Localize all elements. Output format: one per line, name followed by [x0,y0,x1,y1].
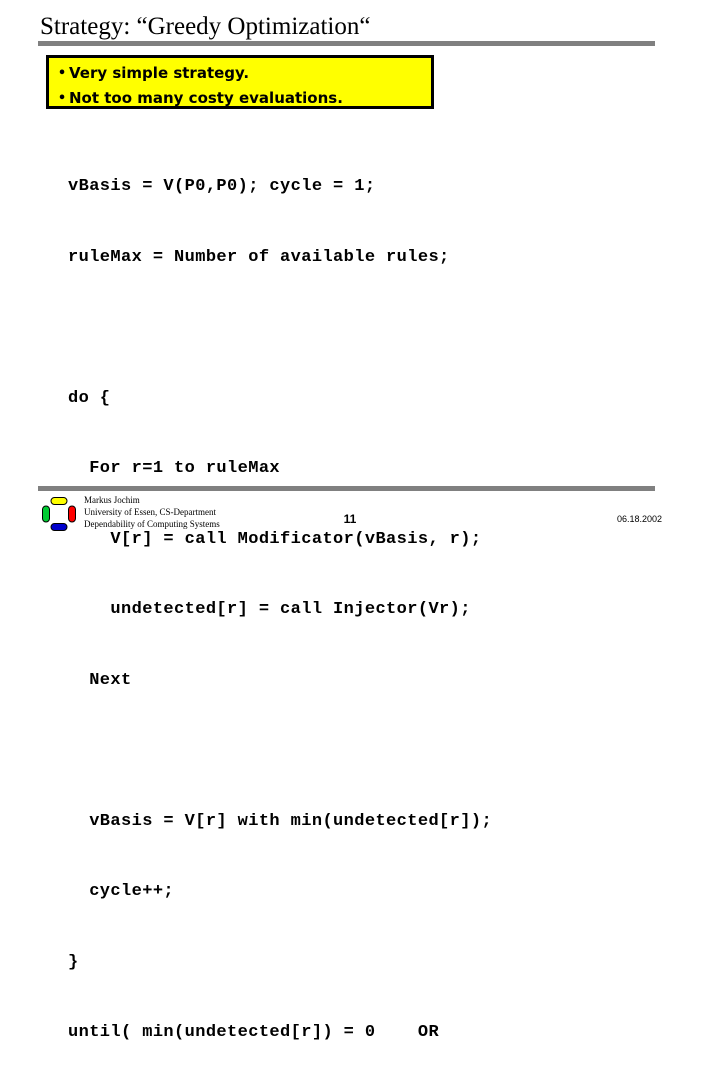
code-line: cycle++; [68,882,175,901]
title-divider-rule [38,41,655,46]
pseudocode-block: vBasis = V(P0,P0); cycle = 1; ruleMax = … [68,128,668,1080]
footer-divider-rule [38,486,655,491]
code-line: do { [68,388,111,408]
code-line: vBasis = V(P0,P0); cycle = 1; [68,177,376,196]
code-line: Next [68,670,132,690]
callout-item-label: Very simple strategy. [69,64,250,82]
code-line: vBasis = V[r] with min(undetected[r]); [68,811,493,831]
footer-credit-line: Markus Jochim [84,495,140,505]
bullet-icon: • [57,66,67,81]
page-number: 11 [343,512,357,526]
code-line: For r=1 to ruleMax [68,459,281,478]
summary-callout-box: • Very simple strategy. • Not too many cos… [46,55,434,109]
page-title: Strategy: “Greedy Optimization“ [40,13,371,40]
callout-item-label: Not too many costy evaluations. [69,89,343,107]
footer-credit-line: University of Essen, CS-Department [84,507,216,517]
footer-credit-line: Dependability of Computing Systems [84,519,220,529]
code-line: V[r] = call Modificator(vBasis, r); [68,529,482,549]
bullet-icon: • [57,91,67,106]
callout-list-item: • Not too many costy evaluations. [55,86,431,111]
code-line: until( min(undetected[r]) = 0 OR [68,1023,440,1042]
footer-date: 06.18.2002 [616,514,662,524]
footer-credit: Markus Jochim University of Essen, CS-De… [84,494,220,530]
university-logo-icon [42,497,76,531]
code-line: undetected[r] = call Injector(Vr); [68,600,471,619]
code-line: } [68,952,79,972]
code-line: ruleMax = Number of available rules; [68,247,450,267]
university-logo [38,494,80,534]
callout-list-item: • Very simple strategy. [55,61,431,86]
slide-canvas: { "slide": { "title": "Strategy: \u201cG… [0,0,720,1042]
